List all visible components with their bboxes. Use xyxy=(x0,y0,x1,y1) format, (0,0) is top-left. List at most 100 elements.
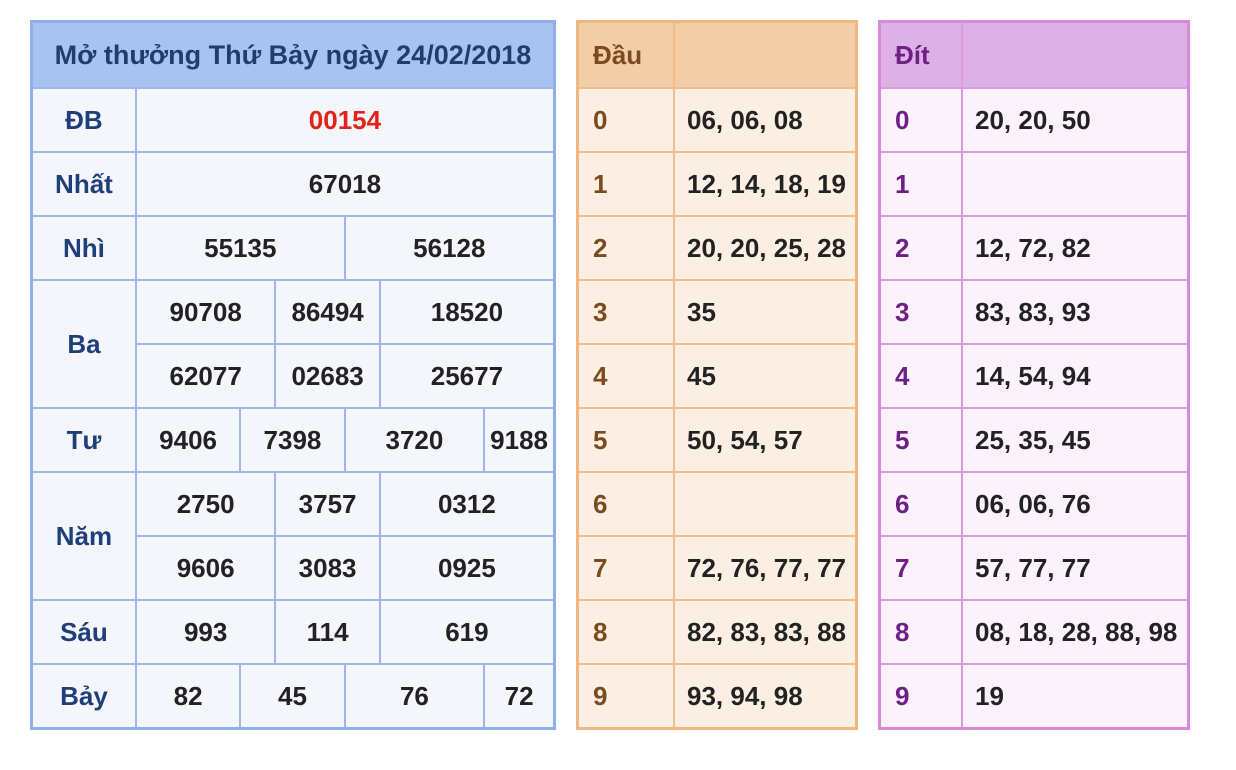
dau-values: 93, 94, 98 xyxy=(673,663,858,730)
dit-values: 19 xyxy=(961,663,1190,730)
dau-row: 5 50, 54, 57 xyxy=(576,407,858,473)
prize-number: 90708 xyxy=(134,279,277,345)
dau-digit: 5 xyxy=(576,407,675,473)
prize-number: 0925 xyxy=(378,535,556,601)
dit-row: 0 20, 20, 50 xyxy=(878,87,1190,153)
prize-row-sau: Sáu 993 114 619 xyxy=(30,599,556,665)
prize-number: 7398 xyxy=(239,407,346,473)
dit-values: 06, 06, 76 xyxy=(961,471,1190,537)
prize-number: 02683 xyxy=(274,343,381,409)
prize-number: 86494 xyxy=(274,279,381,345)
dau-digit: 9 xyxy=(576,663,675,730)
dit-digit: 5 xyxy=(878,407,963,473)
results-table: Mở thưởng Thứ Bảy ngày 24/02/2018 ĐB 001… xyxy=(30,20,556,730)
dit-digit: 6 xyxy=(878,471,963,537)
dau-digit: 2 xyxy=(576,215,675,281)
prize-label-tu: Tư xyxy=(30,407,137,473)
special-prize-number: 00154 xyxy=(134,87,556,153)
dit-digit: 4 xyxy=(878,343,963,409)
dit-values: 83, 83, 93 xyxy=(961,279,1190,345)
dau-values: 45 xyxy=(673,343,858,409)
prize-number: 993 xyxy=(134,599,277,665)
dau-digit: 3 xyxy=(576,279,675,345)
prize-label-nhat: Nhất xyxy=(30,151,137,217)
prize-number: 9188 xyxy=(483,407,556,473)
prize-row-bay: Bảy 82 45 76 72 xyxy=(30,663,556,730)
dit-row: 6 06, 06, 76 xyxy=(878,471,1190,537)
prize-row-tu: Tư 9406 7398 3720 9188 xyxy=(30,407,556,473)
dau-values: 72, 76, 77, 77 xyxy=(673,535,858,601)
prize-label-nhi: Nhì xyxy=(30,215,137,281)
dit-row: 8 08, 18, 28, 88, 98 xyxy=(878,599,1190,665)
prize-number: 2750 xyxy=(134,471,277,537)
dit-digit: 2 xyxy=(878,215,963,281)
dit-digit: 3 xyxy=(878,279,963,345)
dit-header: Đít xyxy=(878,20,963,89)
dau-header-blank xyxy=(673,20,858,89)
prize-label-ba: Ba xyxy=(30,279,137,409)
prize-label-sau: Sáu xyxy=(30,599,137,665)
dit-row: 7 57, 77, 77 xyxy=(878,535,1190,601)
dit-row: 4 14, 54, 94 xyxy=(878,343,1190,409)
dau-header: Đầu xyxy=(576,20,675,89)
dau-row: 4 45 xyxy=(576,343,858,409)
dau-row: 8 82, 83, 83, 88 xyxy=(576,599,858,665)
dau-digit: 4 xyxy=(576,343,675,409)
prize-number: 76 xyxy=(343,663,486,730)
prize-row-nhat: Nhất 67018 xyxy=(30,151,556,217)
prize-number: 9406 xyxy=(134,407,242,473)
dit-table: Đít 0 20, 20, 50 1 2 12, 72, 82 3 83, 83, 9… xyxy=(878,20,1190,730)
dau-row: 1 12, 14, 18, 19 xyxy=(576,151,858,217)
dau-row: 7 72, 76, 77, 77 xyxy=(576,535,858,601)
prize-number: 25677 xyxy=(378,343,556,409)
dau-values: 06, 06, 08 xyxy=(673,87,858,153)
dit-values: 14, 54, 94 xyxy=(961,343,1190,409)
dit-digit: 1 xyxy=(878,151,963,217)
dit-values: 12, 72, 82 xyxy=(961,215,1190,281)
prize-row-db: ĐB 00154 xyxy=(30,87,556,153)
dau-table: Đầu 0 06, 06, 08 1 12, 14, 18, 19 2 20, 20,… xyxy=(576,20,858,730)
prize-number: 18520 xyxy=(378,279,556,345)
prize-row-nhi: Nhì 55135 56128 xyxy=(30,215,556,281)
results-title: Mở thưởng Thứ Bảy ngày 24/02/2018 xyxy=(30,20,556,89)
prize-number: 67018 xyxy=(134,151,556,217)
prize-number: 3720 xyxy=(343,407,486,473)
dit-row: 9 19 xyxy=(878,663,1190,730)
dit-row: 1 xyxy=(878,151,1190,217)
dau-values: 12, 14, 18, 19 xyxy=(673,151,858,217)
prize-number: 45 xyxy=(239,663,346,730)
prize-number: 55135 xyxy=(134,215,346,281)
prize-number: 0312 xyxy=(378,471,556,537)
dau-row: 3 35 xyxy=(576,279,858,345)
dau-row: 9 93, 94, 98 xyxy=(576,663,858,730)
dit-values: 08, 18, 28, 88, 98 xyxy=(961,599,1190,665)
prize-number: 72 xyxy=(483,663,556,730)
prize-number: 619 xyxy=(378,599,556,665)
dit-header-blank xyxy=(961,20,1190,89)
prize-number: 9606 xyxy=(134,535,277,601)
prize-label-db: ĐB xyxy=(30,87,137,153)
prize-label-nam: Năm xyxy=(30,471,137,601)
prize-number: 3757 xyxy=(274,471,381,537)
dau-values: 20, 20, 25, 28 xyxy=(673,215,858,281)
prize-number: 62077 xyxy=(134,343,277,409)
dau-digit: 7 xyxy=(576,535,675,601)
dit-row: 3 83, 83, 93 xyxy=(878,279,1190,345)
prize-number: 56128 xyxy=(343,215,556,281)
prize-label-bay: Bảy xyxy=(30,663,137,730)
dit-values xyxy=(961,151,1190,217)
dau-row: 6 xyxy=(576,471,858,537)
dit-row: 2 12, 72, 82 xyxy=(878,215,1190,281)
dit-row: 5 25, 35, 45 xyxy=(878,407,1190,473)
dau-digit: 8 xyxy=(576,599,675,665)
dit-digit: 7 xyxy=(878,535,963,601)
dau-digit: 1 xyxy=(576,151,675,217)
prize-number: 82 xyxy=(134,663,242,730)
dit-digit: 9 xyxy=(878,663,963,730)
dau-values: 35 xyxy=(673,279,858,345)
dit-values: 57, 77, 77 xyxy=(961,535,1190,601)
dau-values: 82, 83, 83, 88 xyxy=(673,599,858,665)
dau-digit: 6 xyxy=(576,471,675,537)
prize-number: 114 xyxy=(274,599,381,665)
dit-values: 20, 20, 50 xyxy=(961,87,1190,153)
